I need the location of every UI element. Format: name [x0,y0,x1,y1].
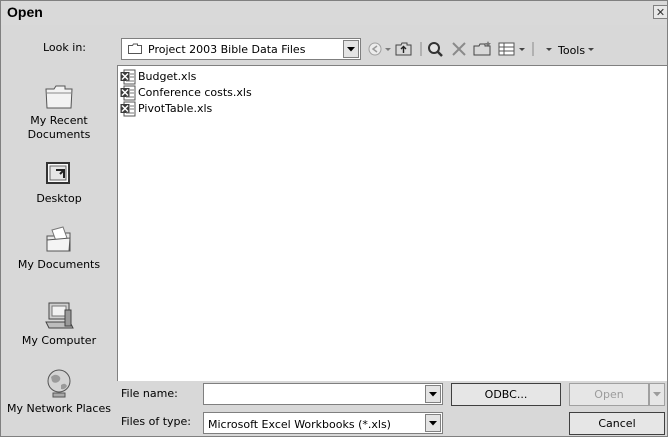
folder-icon [128,43,142,54]
excel-file-icon [120,85,136,101]
search-web-button[interactable] [426,40,446,60]
delete-button[interactable] [450,40,468,60]
dialog-title: Open [7,4,43,20]
file-name-input[interactable] [203,383,443,405]
tools-menu-button[interactable] [545,40,555,60]
close-icon: ✕ [655,6,666,19]
place-my-recent-documents[interactable]: My Recent Documents [3,80,115,142]
cancel-button[interactable]: Cancel [569,412,665,435]
up-folder-icon [395,42,412,56]
file-list[interactable]: Budget.xls Conference costs.xls PivotTab… [117,65,667,381]
up-one-level-button[interactable] [395,40,413,60]
new-folder-icon [473,41,491,56]
excel-file-icon [120,101,136,117]
place-label: Desktop [36,192,82,205]
network-places-icon [47,369,71,398]
file-name: PivotTable.xls [138,102,213,115]
chevron-down-icon [653,392,661,397]
file-name-dropdown-button[interactable] [425,385,441,403]
file-name: Budget.xls [138,70,197,83]
open-button[interactable]: Open [569,383,649,406]
files-of-type-dropdown[interactable]: Microsoft Excel Workbooks (*.xls) [203,412,443,434]
place-my-documents[interactable]: My Documents [3,224,115,272]
excel-file-icon [120,69,136,85]
place-label: My Network Places [7,402,111,415]
place-my-computer[interactable]: My Computer [3,300,115,348]
file-name: Conference costs.xls [138,86,252,99]
back-icon [368,42,391,56]
odbc-button[interactable]: ODBC... [451,383,561,406]
create-new-folder-button[interactable] [473,40,493,60]
back-button[interactable] [367,40,393,60]
look-in-dropdown-button[interactable] [343,40,359,58]
look-in-label: Look in: [43,41,86,54]
chevron-down-icon [546,48,552,51]
file-name-label: File name: [121,387,178,400]
places-bar: My Recent Documents Desktop My Documents… [3,64,115,436]
separator [531,40,535,60]
close-button[interactable]: ✕ [653,5,667,19]
place-my-network-places[interactable]: My Network Places [3,368,115,416]
files-of-type-value: Microsoft Excel Workbooks (*.xls) [208,418,391,431]
desktop-icon [46,162,70,184]
search-web-icon [428,42,443,57]
my-documents-icon [46,226,71,252]
title-bar: Open ✕ [1,1,667,25]
place-label: My Computer [21,334,97,347]
separator [419,40,423,60]
recent-documents-icon [45,85,73,109]
views-icon [498,42,525,56]
tools-dropdown[interactable] [587,40,597,60]
tools-menu-label[interactable]: Tools [558,44,585,57]
place-label: My Documents [17,258,101,271]
chevron-down-icon [429,392,437,397]
look-in-dropdown[interactable]: Project 2003 Bible Data Files [121,38,361,60]
open-options-button[interactable] [649,383,665,406]
open-dialog: Open ✕ Look in: Project 2003 Bible Data … [0,0,668,437]
delete-icon [452,42,466,56]
chevron-down-icon [588,48,594,51]
look-in-value: Project 2003 Bible Data Files [148,43,306,56]
chevron-down-icon [347,47,355,52]
chevron-down-icon [429,421,437,426]
views-button[interactable] [498,40,528,60]
files-of-type-dropdown-button[interactable] [425,414,441,432]
files-of-type-label: Files of type: [121,415,192,428]
place-desktop[interactable]: Desktop [3,158,115,206]
my-computer-icon [45,302,74,329]
place-label: My Recent Documents [27,114,91,141]
